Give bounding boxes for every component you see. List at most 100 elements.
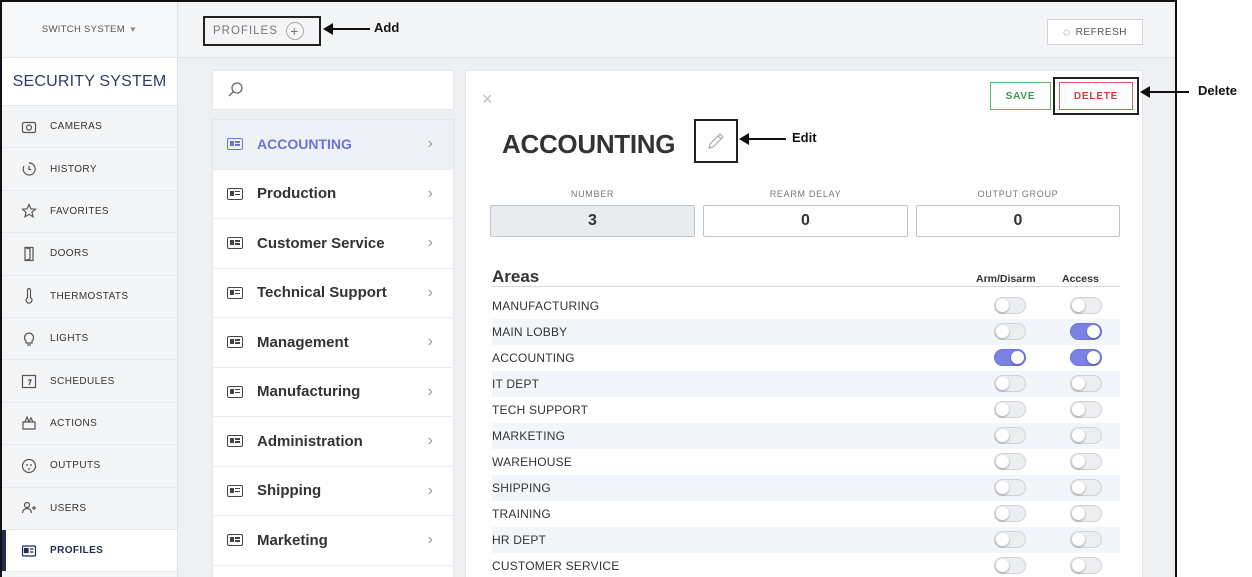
sidebar-item-users[interactable]: USERS <box>2 487 177 530</box>
outlet-icon <box>20 457 38 475</box>
arm-disarm-toggle[interactable] <box>994 401 1026 418</box>
list-item-technical-support[interactable]: Technical Support › <box>213 269 453 318</box>
rearm-delay-input[interactable]: 0 <box>703 205 908 237</box>
areas-title: Areas <box>492 267 540 286</box>
chevron-right-icon: › <box>427 135 433 153</box>
arm-disarm-toggle[interactable] <box>994 557 1026 574</box>
number-value: 3 <box>490 205 695 237</box>
list-item-accounting[interactable]: ACCOUNTING › <box>213 120 453 170</box>
sidebar-item-label: PROFILES <box>50 545 104 557</box>
access-toggle[interactable] <box>1070 557 1102 574</box>
sidebar-item-cameras[interactable]: CAMERAS <box>2 106 177 149</box>
sidebar-item-outputs[interactable]: OUTPUTS <box>2 445 177 488</box>
number-field: NUMBER 3 <box>490 189 695 237</box>
profiles-header: PROFILES + <box>203 16 321 46</box>
edit-button[interactable] <box>694 119 738 163</box>
area-row: IT DEPT <box>492 371 1120 397</box>
output-group-field[interactable]: OUTPUT GROUP 0 <box>916 189 1120 237</box>
area-name: ACCOUNTING <box>492 351 575 365</box>
edit-callout-label: Edit <box>792 130 817 145</box>
profile-detail-panel: × SAVE DELETE ACCOUNTING NUMBER 3 REARM … <box>465 70 1143 577</box>
profile-card-icon <box>227 435 243 448</box>
sidebar-item-actions[interactable]: ACTIONS <box>2 402 177 446</box>
save-button[interactable]: SAVE <box>990 82 1051 110</box>
chevron-right-icon: › <box>427 432 433 450</box>
refresh-icon: ◌ <box>1063 25 1071 39</box>
access-toggle[interactable] <box>1070 479 1102 496</box>
arm-disarm-toggle[interactable] <box>994 453 1026 470</box>
list-item-production[interactable]: Production › <box>213 170 453 219</box>
edit-callout-arrow <box>739 133 786 145</box>
app-window: SWITCH SYSTEM ▼ SECURITY SYSTEM CAMERAS … <box>0 0 1177 577</box>
access-toggle[interactable] <box>1070 349 1102 366</box>
sidebar-item-label: USERS <box>50 502 87 514</box>
arm-disarm-toggle[interactable] <box>994 297 1026 314</box>
access-toggle[interactable] <box>1070 401 1102 418</box>
access-toggle[interactable] <box>1070 427 1102 444</box>
switch-system-dropdown[interactable]: SWITCH SYSTEM ▼ <box>2 2 177 58</box>
add-callout-arrow <box>323 23 370 35</box>
list-item-label: Shipping <box>257 482 322 500</box>
list-item-customer-service[interactable]: Customer Service › <box>213 219 453 269</box>
access-toggle[interactable] <box>1070 453 1102 470</box>
sidebar-item-history[interactable]: HISTORY <box>2 148 177 191</box>
sidebar-item-label: ACTIONS <box>50 417 98 429</box>
caret-down-icon: ▼ <box>128 25 138 34</box>
add-profile-button[interactable]: + <box>285 22 304 40</box>
access-toggle[interactable] <box>1070 297 1102 314</box>
area-row: TECH SUPPORT <box>492 397 1120 423</box>
camera-icon <box>20 118 38 136</box>
refresh-label: REFRESH <box>1075 26 1127 38</box>
arm-disarm-column-header: Arm/Disarm <box>976 273 1036 285</box>
profile-card-icon <box>20 542 38 560</box>
access-toggle[interactable] <box>1070 323 1102 340</box>
arm-disarm-toggle[interactable] <box>994 323 1026 340</box>
sidebar-item-thermostats[interactable]: THERMOSTATS <box>2 275 177 318</box>
profiles-header-label: PROFILES <box>213 25 278 37</box>
arm-disarm-toggle[interactable] <box>994 427 1026 444</box>
area-row: MANUFACTURING <box>492 293 1120 319</box>
chevron-right-icon: › <box>427 234 433 252</box>
rearm-delay-field[interactable]: REARM DELAY 0 <box>703 189 908 237</box>
area-name: MARKETING <box>492 429 566 443</box>
list-item-management[interactable]: Management › <box>213 318 453 368</box>
sidebar-item-favorites[interactable]: FAVORITES <box>2 190 177 234</box>
delete-button[interactable]: DELETE <box>1059 82 1133 110</box>
arm-disarm-toggle[interactable] <box>994 375 1026 392</box>
switch-system-label: SWITCH SYSTEM <box>41 24 125 35</box>
search-input[interactable] <box>212 70 454 110</box>
chevron-right-icon: › <box>427 481 433 499</box>
access-toggle[interactable] <box>1070 505 1102 522</box>
sidebar-item-schedules[interactable]: SCHEDULES <box>2 360 177 403</box>
arm-disarm-toggle[interactable] <box>994 479 1026 496</box>
chevron-right-icon: › <box>427 283 433 301</box>
access-toggle[interactable] <box>1070 375 1102 392</box>
chevron-right-icon: › <box>427 333 433 351</box>
users-icon <box>20 499 38 517</box>
arm-disarm-toggle[interactable] <box>994 531 1026 548</box>
refresh-button[interactable]: ◌ REFRESH <box>1047 19 1143 45</box>
sidebar-item-label: THERMOSTATS <box>50 290 129 302</box>
list-item-label: Manufacturing <box>257 383 361 401</box>
area-row: MAIN LOBBY <box>492 319 1120 345</box>
profile-list: ACCOUNTING › Production › Customer Servi… <box>212 119 454 577</box>
sidebar-item-doors[interactable]: DOORS <box>2 233 177 276</box>
profile-title: ACCOUNTING <box>502 129 676 159</box>
list-item-manufacturing[interactable]: Manufacturing › <box>213 368 453 417</box>
area-name: MAIN LOBBY <box>492 325 568 339</box>
arm-disarm-toggle[interactable] <box>994 505 1026 522</box>
sidebar-item-lights[interactable]: LIGHTS <box>2 317 177 361</box>
access-toggle[interactable] <box>1070 531 1102 548</box>
list-item-marketing[interactable]: Marketing › <box>213 516 453 566</box>
profile-card-icon <box>227 286 243 299</box>
list-item-administration[interactable]: Administration › <box>213 417 453 467</box>
area-row: SHIPPING <box>492 475 1120 501</box>
sidebar-item-label: OUTPUTS <box>50 460 101 472</box>
arm-disarm-toggle[interactable] <box>994 349 1026 366</box>
list-item-shipping[interactable]: Shipping › <box>213 467 453 516</box>
close-icon[interactable]: × <box>482 89 493 110</box>
output-group-input[interactable]: 0 <box>916 205 1120 237</box>
sidebar-item-profiles[interactable]: PROFILES <box>2 529 177 573</box>
delete-highlight: DELETE <box>1053 77 1139 115</box>
sidebar-item-label: DOORS <box>50 248 89 260</box>
